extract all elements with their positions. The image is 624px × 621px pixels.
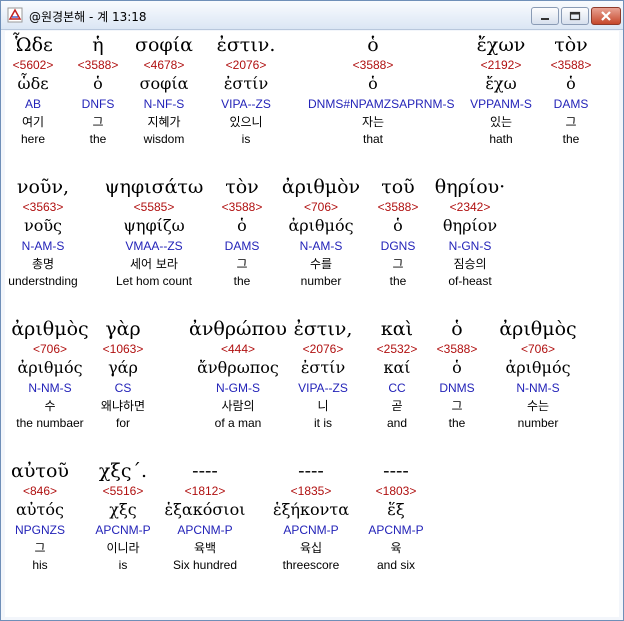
word-cell[interactable]: θηρίου· <2342> θηρίον N-GN-S 짐승의 of-heast — [405, 175, 535, 289]
lexical-form: γάρ — [108, 358, 138, 377]
korean-gloss: 짐승의 — [453, 257, 487, 271]
korean-gloss: 수는 — [526, 399, 550, 413]
strong-number: <706> — [520, 342, 556, 356]
parsing-code: DNMS#NPAMZSAPRNM-S — [308, 97, 455, 111]
close-button[interactable] — [591, 7, 621, 25]
word-cell[interactable]: ὁ <3588> ὁ DNMS#NPAMZSAPRNM-S 자는 that — [308, 33, 455, 147]
english-gloss: and six — [376, 558, 416, 572]
korean-gloss: 그 — [565, 115, 577, 129]
strong-number: <1063> — [102, 342, 144, 356]
english-gloss: of-heast — [448, 274, 492, 288]
korean-gloss: 있으니 — [229, 115, 263, 129]
lexical-form: ἕξ — [387, 500, 405, 519]
greek-word: γὰρ — [105, 318, 141, 340]
word-cell[interactable]: γὰρ <1063> γάρ CS 왜냐하면 for — [58, 317, 188, 431]
word-cell[interactable]: τὸν <3588> ὁ DAMS 그 the — [506, 33, 624, 147]
title-bar: @원경본해 - 계 13:18 — [1, 1, 623, 30]
lexical-form: ἐστίν — [223, 74, 269, 93]
english-gloss: for — [115, 416, 130, 430]
parsing-code: N-NM-S — [516, 381, 560, 395]
parsing-code: APCNM-P — [368, 523, 424, 537]
greek-word: θηρίου· — [434, 176, 506, 198]
korean-gloss: 왜냐하면 — [100, 399, 146, 413]
greek-word: ---- — [383, 460, 409, 482]
lexical-form: ἀριθμός — [505, 358, 571, 377]
word-cell[interactable]: ---- <1803> ἕξ APCNM-P 육 and six — [331, 459, 461, 573]
strong-number: <1803> — [375, 484, 417, 498]
korean-gloss: 자는 — [361, 115, 385, 129]
interlinear-panel: Ὧδε <5602> ὧδε AB 여기 here ἡ <3588> ὁ DNFS 그 the σοφί… — [5, 31, 619, 617]
word-cell[interactable]: ἐστιν. <2076> ἐστίν VIPA--ZS 있으니 is — [181, 33, 311, 147]
parsing-code: DAMS — [553, 97, 589, 111]
lexical-form: ὁ — [566, 74, 576, 93]
parsing-code: VIPA--ZS — [221, 97, 271, 111]
english-gloss: that — [362, 132, 383, 146]
greek-word: τὸν — [554, 34, 588, 56]
english-gloss: the — [562, 132, 580, 146]
lexical-form: θηρίον — [442, 216, 498, 235]
korean-gloss: 육 — [390, 541, 402, 555]
app-icon — [7, 7, 23, 23]
strong-number: <3588> — [352, 58, 394, 72]
maximize-button[interactable] — [561, 7, 589, 25]
window-title: @원경본해 - 계 13:18 — [29, 10, 147, 24]
english-gloss: number — [517, 416, 559, 430]
minimize-button[interactable] — [531, 7, 559, 25]
lexical-form: ὁ — [368, 74, 378, 93]
strong-number: <3588> — [550, 58, 592, 72]
parsing-code: N-GN-S — [448, 239, 492, 253]
app-window: @원경본해 - 계 13:18 Ὧδε <5602> ὧδε AB 여기 here ἡ <35… — [0, 0, 624, 621]
strong-number: <2076> — [225, 58, 267, 72]
greek-word: ὁ — [367, 34, 379, 56]
greek-word: ἀριθμὸς — [499, 318, 577, 340]
parsing-code: CS — [114, 381, 132, 395]
english-gloss: is — [241, 132, 251, 146]
strong-number: <2342> — [449, 200, 491, 214]
word-cell[interactable]: ἀριθμὸς <706> ἀριθμός N-NM-S 수는 number — [473, 317, 603, 431]
greek-word: ἐστιν. — [216, 34, 276, 56]
